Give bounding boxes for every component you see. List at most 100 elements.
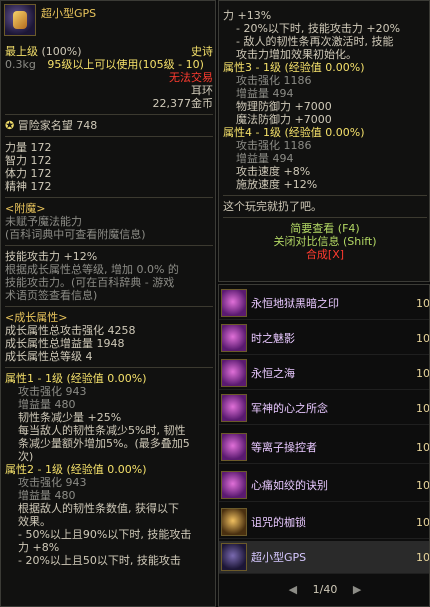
skill-atk-desc: 术语页签查看信息) (5, 289, 98, 302)
skill-atk-desc: 根据成长属性总等级, 增加 0.0% 的 (5, 263, 179, 276)
attr3-line: 攻击强化 1186 (236, 74, 312, 87)
item-icon (221, 543, 247, 571)
list-item-level: 10 (416, 297, 430, 310)
list-item-level: 10 (416, 332, 430, 345)
skill-atk-desc: 技能攻击力。(可在百科辞典 - 游戏 (5, 276, 175, 289)
rarity-label: 史诗 (191, 45, 213, 58)
page-indicator: 1/40 (312, 583, 338, 596)
list-item[interactable]: 永恒之海 10 (219, 357, 430, 390)
attr2-line: 效果。 (18, 515, 51, 528)
item-icon (221, 508, 247, 536)
list-item-level: 10 (416, 402, 430, 415)
list-item-level: 10 (416, 441, 430, 454)
weight-label: 0.3kg (5, 58, 36, 71)
stat-int: 智力 172 (5, 154, 213, 167)
cont-line: - 20%以下时, 技能攻击力 +20% (236, 22, 401, 35)
attr1-line: 条减少量额外增加5%。(最多叠加5 (18, 437, 190, 450)
item-icon (221, 471, 247, 499)
growth-atk: 成长属性总攻击强化 4258 (5, 324, 136, 337)
enchant-line: 未赋予魔法能力 (5, 215, 82, 228)
list-item-name: 诅咒的枷锁 (251, 516, 306, 529)
stat-name: 精神 (5, 180, 27, 193)
list-item-name: 永恒之海 (251, 367, 295, 380)
stat-value: 172 (30, 141, 52, 154)
list-item-level: 10 (416, 551, 430, 564)
enchant-header: <附魔> (5, 202, 46, 215)
stat-name: 体力 (5, 167, 27, 180)
list-item[interactable]: 心痛如绞的诀别 10 (219, 469, 430, 502)
attr1-line: 每当敌人的韧性条减少5%时, 韧性 (18, 424, 186, 437)
item-icon (221, 324, 247, 352)
brief-view-button[interactable]: 简要查看 (F4) (223, 222, 427, 235)
attr3-line: 增益量 494 (236, 87, 294, 100)
item-name: 超小型GPS (41, 7, 97, 20)
stat-str: 力量 172 (5, 141, 213, 154)
list-item-level: 10 (416, 516, 430, 529)
enchant-line: (百科词典中可查看附魔信息) (5, 228, 146, 241)
attr4-line: 施放速度 +12% (236, 178, 318, 191)
prev-page-icon[interactable]: ◀ (289, 583, 297, 596)
stat-name: 智力 (5, 154, 27, 167)
skill-atk-line: 技能攻击力 +12% (5, 250, 98, 263)
stat-value: 172 (30, 180, 52, 193)
list-item[interactable]: 时之魅影 10 (219, 322, 430, 355)
attr2-line: 增益量 480 (18, 489, 76, 502)
attr2-line: - 50%以上且90%以下时, 技能攻击 (18, 528, 192, 541)
growth-header: <成长属性> (5, 311, 68, 324)
item-tooltip-right: 力 +13% - 20%以下时, 技能攻击力 +20% - 敌人的韧性条再次激活… (218, 0, 430, 282)
growth-dmg: 成长属性总增益量 1948 (5, 337, 125, 350)
list-item-name: 超小型GPS (251, 551, 307, 564)
stat-name: 力量 (5, 141, 27, 154)
list-item-name: 心痛如绞的诀别 (251, 479, 328, 492)
item-icon (221, 433, 247, 461)
list-item-level: 10 (416, 479, 430, 492)
close-compare-button[interactable]: 关闭对比信息 (Shift) (223, 235, 427, 248)
max-level-label: 最上级 (5, 45, 38, 58)
attr2-line: 力 +8% (18, 541, 60, 554)
attr2-line: 攻击强化 943 (18, 476, 87, 489)
item-icon (221, 394, 247, 422)
list-item-name: 等离子操控者 (251, 441, 317, 454)
flavor-text: 这个玩完就扔了吧。 (223, 200, 322, 213)
list-item-name: 永恒地狱黑暗之印 (251, 297, 339, 310)
attr1-line: 增益量 480 (18, 398, 76, 411)
max-level-pct: (100%) (41, 45, 82, 58)
attr2-line: 根据敌人的韧性条数值, 获得以下 (18, 502, 179, 515)
list-item-selected[interactable]: 超小型GPS 10 (219, 541, 430, 574)
stat-vit: 体力 172 (5, 167, 213, 180)
list-item-level: 10 (416, 367, 430, 380)
stat-value: 172 (30, 167, 52, 180)
slot-label: 耳环 (191, 84, 213, 97)
attr1-title: 属性1 - 1级 (经验值 0.00%) (5, 372, 147, 385)
cont-line: 攻击力增加效果初始化。 (236, 48, 357, 61)
level-requirement: 95级以上可以使用(105级 - 10) (47, 58, 204, 71)
synthesize-button[interactable]: 合成[X] (223, 248, 427, 261)
attr3-line: 魔法防御力 +7000 (236, 113, 332, 126)
cont-line: - 敌人的韧性条再次激活时, 技能 (236, 35, 394, 48)
attr4-line: 增益量 494 (236, 152, 294, 165)
cont-line: 力 +13% (223, 9, 272, 22)
item-list-panel: 永恒地狱黑暗之印 10 时之魅影 10 永恒之海 10 军神的心之所念 10 等… (218, 284, 430, 607)
attr3-title: 属性3 - 1级 (经验值 0.00%) (223, 61, 365, 74)
list-item[interactable]: 诅咒的枷锁 10 (219, 506, 430, 539)
fame-icon: ✪ (5, 119, 15, 132)
next-page-icon[interactable]: ▶ (353, 583, 361, 596)
trade-status: 无法交易 (169, 71, 213, 84)
list-item[interactable]: 永恒地狱黑暗之印 10 (219, 287, 430, 320)
attr2-line: - 20%以上且50以下时, 技能攻击 (18, 554, 181, 567)
list-item-name: 时之魅影 (251, 332, 295, 345)
attr1-line: 次) (18, 450, 34, 463)
attr4-title: 属性4 - 1级 (经验值 0.00%) (223, 126, 365, 139)
attr4-line: 攻击强化 1186 (236, 139, 312, 152)
gps-item-icon (4, 4, 36, 36)
item-icon (221, 289, 247, 317)
attr3-line: 物理防御力 +7000 (236, 100, 332, 113)
attr1-line: 韧性条减少量 +25% (18, 411, 122, 424)
list-item[interactable]: 军神的心之所念 10 (219, 392, 430, 425)
item-icon (221, 359, 247, 387)
stat-value: 172 (30, 154, 52, 167)
fame-value: 748 (76, 119, 98, 132)
attr4-line: 攻击速度 +8% (236, 165, 311, 178)
item-tooltip-left: 超小型GPS 最上级 (100%) 史诗 0.3kg 95级以上可以使用(105… (0, 0, 216, 607)
list-item[interactable]: 等离子操控者 10 (219, 431, 430, 464)
